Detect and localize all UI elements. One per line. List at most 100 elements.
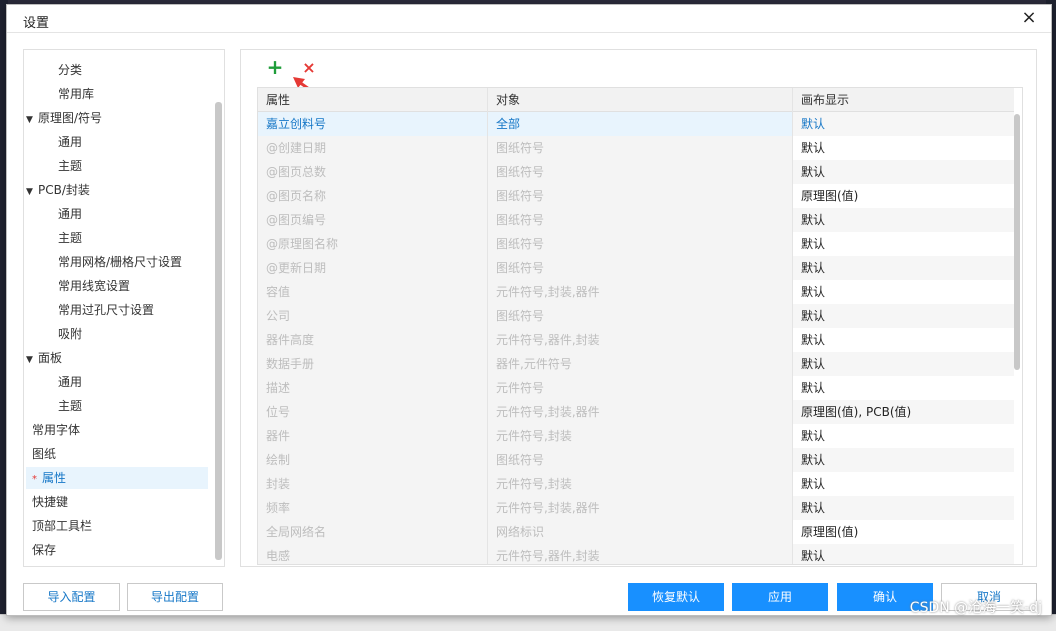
canvas-display-cell[interactable]: 默认 (792, 304, 1014, 328)
table-row[interactable]: @创建日期 图纸符号 默认 (258, 136, 1014, 160)
table-row[interactable]: 嘉立创料号 全部 默认 (258, 112, 1014, 136)
canvas-display-cell[interactable]: 原理图(值), PCB(值) (792, 400, 1014, 424)
property-cell: 容值 (258, 280, 487, 304)
column-header-canvas-display[interactable]: 画布显示 (792, 88, 1014, 112)
sidebar-item[interactable]: 顶部工具栏 (32, 515, 92, 537)
canvas-display-cell[interactable]: 默认 (792, 160, 1014, 184)
canvas-display-cell[interactable]: 原理图(值) (792, 520, 1014, 544)
sidebar-item-label: 常用库 (58, 87, 95, 101)
sidebar-item[interactable]: 主题 (58, 395, 82, 417)
property-panel: + × 属性 对象 画布显示 嘉立创料号 全部 默认 @创建日期 图纸符号 默认 @图页总数… (240, 49, 1037, 567)
import-config-button[interactable]: 导入配置 (23, 583, 120, 611)
add-icon[interactable]: + (265, 57, 285, 78)
canvas-display-cell[interactable]: 默认 (792, 472, 1014, 496)
sidebar-item[interactable]: 主题 (58, 227, 82, 249)
table-row[interactable]: @图页总数 图纸符号 默认 (258, 160, 1014, 184)
table-row[interactable]: @图页名称 图纸符号 原理图(值) (258, 184, 1014, 208)
property-cell: 全局网络名 (258, 520, 487, 544)
sidebar-item[interactable]: 通用 (58, 371, 82, 393)
canvas-display-cell[interactable]: 默认 (792, 448, 1014, 472)
sidebar-item-label: 主题 (58, 399, 83, 413)
sidebar-item-label: 通用 (58, 135, 83, 149)
table-row[interactable]: 绘制 图纸符号 默认 (258, 448, 1014, 472)
canvas-display-cell[interactable]: 默认 (792, 256, 1014, 280)
object-cell: 图纸符号 (487, 208, 792, 232)
sidebar-item[interactable]: 常用字体 (32, 419, 80, 441)
table-row[interactable]: 器件高度 元件符号,器件,封装 默认 (258, 328, 1014, 352)
canvas-display-cell[interactable]: 默认 (792, 112, 1014, 136)
sidebar-item-label: 常用过孔尺寸设置 (58, 303, 155, 317)
canvas-display-cell[interactable]: 默认 (792, 136, 1014, 160)
object-cell: 全部 (487, 112, 792, 136)
canvas-display-cell[interactable]: 默认 (792, 328, 1014, 352)
close-icon[interactable]: × (1019, 8, 1039, 28)
table-row[interactable]: @原理图名称 图纸符号 默认 (258, 232, 1014, 256)
sidebar-item[interactable]: 通用 (58, 203, 82, 225)
canvas-display-cell[interactable]: 原理图(值) (792, 184, 1014, 208)
sidebar-item[interactable]: 快捷键 (32, 491, 68, 513)
object-cell: 元件符号,封装,器件 (487, 400, 792, 424)
sidebar-item-label: 快捷键 (32, 495, 69, 509)
sidebar-item[interactable]: ▼ 原理图/符号 (26, 107, 102, 129)
column-header-object[interactable]: 对象 (487, 88, 792, 112)
canvas-display-cell[interactable]: 默认 (792, 496, 1014, 520)
table-row[interactable]: 公司 图纸符号 默认 (258, 304, 1014, 328)
sidebar-item[interactable]: 吸附 (58, 323, 82, 345)
canvas-display-cell[interactable]: 默认 (792, 544, 1014, 564)
canvas-display-cell[interactable]: 默认 (792, 280, 1014, 304)
expand-caret-icon[interactable]: ▼ (26, 181, 38, 203)
sidebar-item[interactable]: 分类 (58, 59, 82, 81)
object-cell: 图纸符号 (487, 136, 792, 160)
table-scrollbar[interactable] (1014, 114, 1020, 370)
sidebar-item-label: 顶部工具栏 (32, 519, 93, 533)
property-cell: 嘉立创料号 (258, 112, 487, 136)
table-row[interactable]: 频率 元件符号,封装,器件 默认 (258, 496, 1014, 520)
object-cell: 器件,元件符号 (487, 352, 792, 376)
table-row[interactable]: 电感 元件符号,器件,封装 默认 (258, 544, 1014, 564)
sidebar-item[interactable]: 通用 (58, 131, 82, 153)
table-row[interactable]: 数据手册 器件,元件符号 默认 (258, 352, 1014, 376)
table-row[interactable]: @图页编号 图纸符号 默认 (258, 208, 1014, 232)
sidebar-item[interactable]: 常用库 (58, 83, 94, 105)
sidebar-item-label: 属性 (42, 471, 67, 485)
object-cell: 图纸符号 (487, 304, 792, 328)
canvas-display-cell[interactable]: 默认 (792, 232, 1014, 256)
sidebar-item[interactable]: 保存 (32, 539, 56, 561)
property-cell: @更新日期 (258, 256, 487, 280)
object-cell: 元件符号,器件,封装 (487, 328, 792, 352)
expand-caret-icon[interactable]: ▼ (26, 109, 38, 131)
table-row[interactable]: 全局网络名 网络标识 原理图(值) (258, 520, 1014, 544)
property-table: 属性 对象 画布显示 嘉立创料号 全部 默认 @创建日期 图纸符号 默认 @图页总数 图纸符号… (257, 87, 1023, 565)
canvas-display-cell[interactable]: 默认 (792, 208, 1014, 232)
sidebar-item[interactable]: ▼ PCB/封装 (26, 179, 90, 201)
expand-caret-icon[interactable]: ▼ (26, 349, 38, 371)
export-config-button[interactable]: 导出配置 (127, 583, 223, 611)
sidebar-scrollbar[interactable] (215, 102, 222, 560)
sidebar-item[interactable]: * 属性 (26, 467, 208, 489)
table-row[interactable]: 封装 元件符号,封装 默认 (258, 472, 1014, 496)
sidebar-item[interactable]: ▼ 面板 (26, 347, 62, 369)
canvas-display-cell[interactable]: 默认 (792, 376, 1014, 400)
table-row[interactable]: 容值 元件符号,封装,器件 默认 (258, 280, 1014, 304)
sidebar-item-label: 常用网格/栅格尺寸设置 (58, 255, 183, 269)
table-row[interactable]: @更新日期 图纸符号 默认 (258, 256, 1014, 280)
modified-marker: * (32, 474, 37, 485)
sidebar-item[interactable]: 主题 (58, 155, 82, 177)
canvas-display-cell[interactable]: 默认 (792, 352, 1014, 376)
sidebar-item[interactable]: 图纸 (32, 443, 56, 465)
table-row[interactable]: 位号 元件符号,封装,器件 原理图(值), PCB(值) (258, 400, 1014, 424)
property-cell: 绘制 (258, 448, 487, 472)
apply-button[interactable]: 应用 (732, 583, 828, 611)
restore-default-button[interactable]: 恢复默认 (628, 583, 724, 611)
sidebar-item[interactable]: 常用线宽设置 (58, 275, 130, 297)
table-row[interactable]: 描述 元件符号 默认 (258, 376, 1014, 400)
table-header: 属性 对象 画布显示 (258, 88, 1014, 112)
canvas-display-cell[interactable]: 默认 (792, 424, 1014, 448)
object-cell: 元件符号,封装 (487, 472, 792, 496)
object-cell: 元件符号,封装,器件 (487, 280, 792, 304)
column-header-property[interactable]: 属性 (258, 88, 487, 112)
table-row[interactable]: 器件 元件符号,封装 默认 (258, 424, 1014, 448)
sidebar-item[interactable]: 常用过孔尺寸设置 (58, 299, 154, 321)
property-cell: 封装 (258, 472, 487, 496)
sidebar-item[interactable]: 常用网格/栅格尺寸设置 (58, 251, 182, 273)
